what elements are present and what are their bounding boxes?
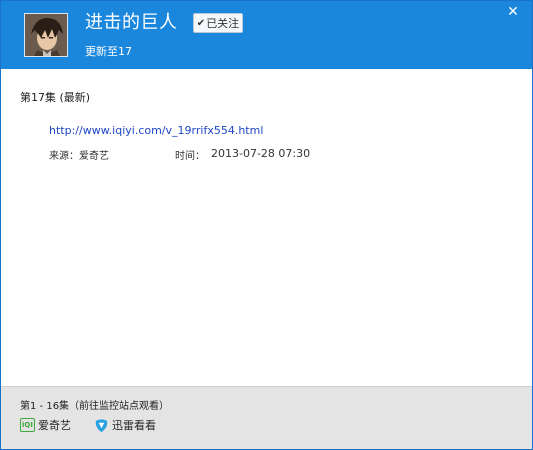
checkmark-icon: ✔ <box>196 17 206 29</box>
notification-window: 进击的巨人 ✔ 已关注 更新至17 ✕ 第17集 (最新) http://www… <box>0 0 533 450</box>
main-content: 第17集 (最新) http://www.iqiyi.com/v_19rrifx… <box>1 69 532 385</box>
site-link-xunlei-kankan[interactable]: 迅雷看看 <box>94 416 156 434</box>
xunlei-kankan-icon <box>95 418 108 432</box>
show-poster-avatar <box>24 13 68 57</box>
latest-episode-title: 第17集 (最新) <box>20 91 91 104</box>
followed-label: 已关注 <box>206 17 240 30</box>
update-status: 更新至17 <box>85 45 132 58</box>
iqiyi-icon: iQI <box>20 418 35 432</box>
site-link-iqiyi[interactable]: iQI 爱奇艺 <box>20 416 71 434</box>
episode-time-value: 2013-07-28 07:30 <box>211 147 311 160</box>
show-title: 进击的巨人 <box>85 12 178 33</box>
site-name: 爱奇艺 <box>38 419 71 432</box>
episode-time-label: 时间： <box>175 151 205 162</box>
header-bar: 进击的巨人 ✔ 已关注 更新至17 ✕ <box>1 1 532 69</box>
close-button[interactable]: ✕ <box>504 3 522 21</box>
episode-source: 来源：爱奇艺 <box>49 151 109 162</box>
close-icon: ✕ <box>507 4 519 20</box>
followed-button[interactable]: ✔ 已关注 <box>193 13 243 33</box>
earlier-episodes-label: 第1 - 16集（前往监控站点观看） <box>20 401 170 412</box>
episode-url-link[interactable]: http://www.iqiyi.com/v_19rrifx554.html <box>49 124 263 137</box>
avatar-image <box>25 14 67 56</box>
footer-bar: 第1 - 16集（前往监控站点观看） iQI 爱奇艺 迅雷看看 <box>1 386 532 449</box>
site-name: 迅雷看看 <box>112 419 156 432</box>
